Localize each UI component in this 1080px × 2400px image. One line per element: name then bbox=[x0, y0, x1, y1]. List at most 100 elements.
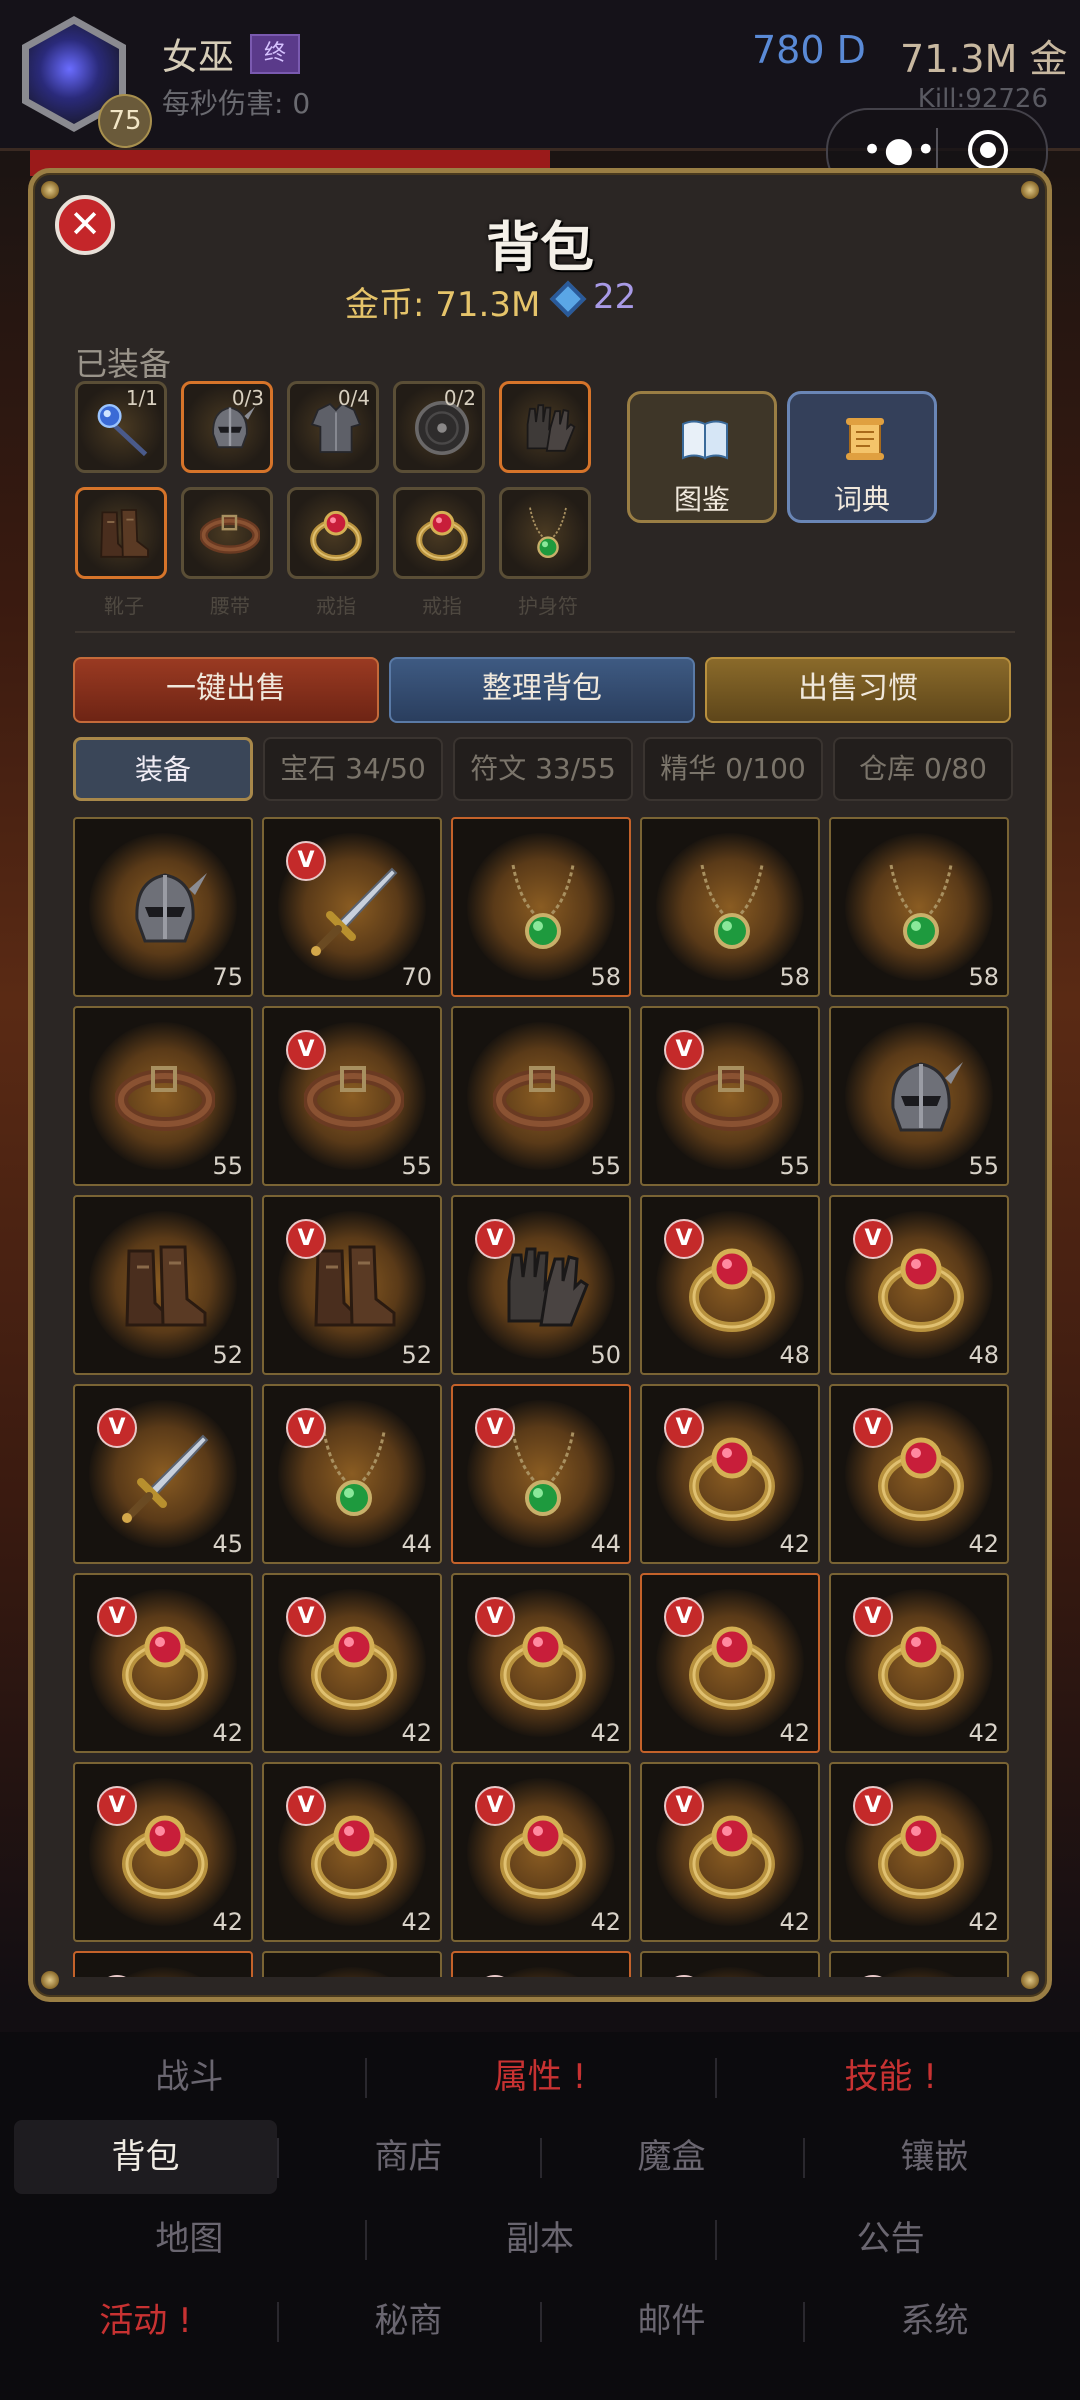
menu-item[interactable]: 地图 bbox=[14, 2202, 365, 2276]
inventory-slot[interactable]: V 42 bbox=[829, 1762, 1009, 1942]
menu-item[interactable]: 邮件 bbox=[540, 2284, 803, 2358]
divider bbox=[75, 631, 1015, 633]
menu-item[interactable]: 魔盒 bbox=[540, 2120, 803, 2194]
slot-count: 1/1 bbox=[125, 386, 158, 410]
player-level: 75 bbox=[98, 94, 152, 148]
amulet-icon bbox=[871, 859, 971, 959]
inventory-slot[interactable]: V 42 bbox=[73, 1762, 253, 1942]
inventory-slot[interactable]: V 70 bbox=[262, 817, 442, 997]
sell-habit-button[interactable]: 出售习惯 bbox=[705, 657, 1011, 723]
inventory-slot[interactable]: 55 bbox=[829, 1006, 1009, 1186]
boots-icon bbox=[115, 1237, 215, 1337]
bottom-menu: 战斗 属性 ! 技能 ! 背包 商店 魔盒 镶嵌 地图 副本 公告 活动 ! 秘商 邮件 系统 bbox=[0, 2032, 1080, 2400]
inventory-slot[interactable]: 55 bbox=[73, 1006, 253, 1186]
inventory-slot[interactable] bbox=[262, 1951, 442, 1977]
vip-badge: V bbox=[664, 1219, 704, 1259]
equipped-slot-armor[interactable]: 0/4 bbox=[287, 381, 379, 473]
inventory-slot[interactable]: V 55 bbox=[640, 1006, 820, 1186]
vip-badge: V bbox=[853, 1219, 893, 1259]
inventory-slot[interactable]: V 50 bbox=[451, 1195, 631, 1375]
menu-item[interactable]: 系统 bbox=[803, 2284, 1066, 2358]
menu-item[interactable]: 公告 bbox=[715, 2202, 1066, 2276]
tab-warehouse[interactable]: 仓库 0/80 bbox=[833, 737, 1013, 801]
vip-badge: V bbox=[664, 1030, 704, 1070]
inventory-slot[interactable]: V 42 bbox=[640, 1762, 820, 1942]
tab-gems[interactable]: 宝石 34/50 bbox=[263, 737, 443, 801]
scroll-icon bbox=[846, 418, 884, 460]
menu-item[interactable]: 背包 bbox=[14, 2120, 277, 2194]
slot-caption: 护身符 bbox=[518, 594, 578, 618]
item-level: 44 bbox=[401, 1530, 432, 1558]
inventory-slot[interactable]: V 42 bbox=[640, 1573, 820, 1753]
menu-item[interactable]: 副本 bbox=[365, 2202, 716, 2276]
gloves-icon bbox=[518, 398, 578, 458]
helmet-icon bbox=[115, 859, 215, 959]
inventory-slot[interactable]: V 42 bbox=[451, 1573, 631, 1753]
tab-runes[interactable]: 符文 33/55 bbox=[453, 737, 633, 801]
more-icon[interactable]: •●• bbox=[862, 130, 938, 170]
item-level: 42 bbox=[212, 1908, 243, 1936]
inventory-slot[interactable]: 55 bbox=[451, 1006, 631, 1186]
inventory-slot[interactable]: V 42 bbox=[640, 1384, 820, 1564]
player-name: 女巫 bbox=[162, 37, 235, 78]
inventory-slot[interactable]: V 52 bbox=[262, 1195, 442, 1375]
equipped-slot-boots[interactable]: 靴子 bbox=[75, 487, 167, 618]
equipped-slot-staff[interactable]: 1/1 bbox=[75, 381, 167, 473]
menu-item[interactable]: 镶嵌 bbox=[803, 2120, 1066, 2194]
equipped-slot-amulet[interactable]: 护身符 bbox=[499, 487, 591, 618]
inventory-slot[interactable]: V 55 bbox=[262, 1006, 442, 1186]
inventory-slot[interactable]: 75 bbox=[73, 817, 253, 997]
inventory-slot[interactable]: V 42 bbox=[73, 1573, 253, 1753]
inventory-slot[interactable]: V 42 bbox=[829, 1384, 1009, 1564]
inventory-slot[interactable]: 58 bbox=[640, 817, 820, 997]
equipped-slot-ring[interactable]: 戒指 bbox=[287, 487, 379, 618]
gem-icon bbox=[549, 280, 587, 317]
item-level: 44 bbox=[590, 1530, 621, 1558]
tab-equipment[interactable]: 装备 127/135 bbox=[73, 737, 253, 846]
menu-item[interactable]: 技能 ! bbox=[715, 2040, 1066, 2114]
inventory-slot[interactable]: V bbox=[73, 1951, 253, 1977]
menu-item[interactable]: 秘商 bbox=[277, 2284, 540, 2358]
sort-backpack-button[interactable]: 整理背包 bbox=[389, 657, 695, 723]
equipped-slot-gloves[interactable] bbox=[499, 381, 591, 473]
equipped-slot-helmet[interactable]: 0/3 bbox=[181, 381, 273, 473]
equipped-slot-belt[interactable]: 腰带 bbox=[181, 487, 273, 618]
inventory-slot[interactable]: 52 bbox=[73, 1195, 253, 1375]
vip-badge: V bbox=[97, 1408, 137, 1448]
dictionary-button[interactable]: 词典 bbox=[787, 391, 937, 523]
inventory-slot[interactable]: V 48 bbox=[640, 1195, 820, 1375]
codex-button[interactable]: 图鉴 bbox=[627, 391, 777, 523]
inventory-slot[interactable]: V 42 bbox=[829, 1573, 1009, 1753]
vip-badge: V bbox=[664, 1786, 704, 1826]
tab-essence[interactable]: 精华 0/100 bbox=[643, 737, 823, 801]
inventory-slot[interactable]: V 42 bbox=[451, 1762, 631, 1942]
inventory-slot[interactable]: V bbox=[451, 1951, 631, 1977]
gold-count: 71.3M 金 bbox=[900, 37, 1068, 81]
inventory-slot[interactable]: V bbox=[829, 1951, 1009, 1977]
equipped-slot-ring[interactable]: 戒指 bbox=[393, 487, 485, 618]
equipped-slot-shield[interactable]: 0/2 bbox=[393, 381, 485, 473]
inventory-slot[interactable]: 58 bbox=[451, 817, 631, 997]
inventory-slot[interactable]: V bbox=[640, 1951, 820, 1977]
inventory-slot[interactable]: V 44 bbox=[451, 1384, 631, 1564]
menu-item[interactable]: 战斗 bbox=[14, 2040, 365, 2114]
codex-label: 图鉴 bbox=[673, 483, 730, 516]
menu-item[interactable]: 属性 ! bbox=[365, 2040, 716, 2114]
inventory-slot[interactable]: V 42 bbox=[262, 1573, 442, 1753]
inventory-slot[interactable]: V 44 bbox=[262, 1384, 442, 1564]
amulet-icon bbox=[682, 859, 782, 959]
inventory-slot[interactable]: V 42 bbox=[262, 1762, 442, 1942]
item-level: 42 bbox=[590, 1908, 621, 1936]
belt-icon bbox=[199, 504, 261, 564]
item-level: 55 bbox=[779, 1152, 810, 1180]
vip-badge: V bbox=[475, 1219, 515, 1259]
avatar[interactable]: 75 bbox=[22, 16, 152, 148]
inventory-slot[interactable]: V 45 bbox=[73, 1384, 253, 1564]
menu-item[interactable]: 活动 ! bbox=[14, 2284, 277, 2358]
inventory-slot[interactable]: V 48 bbox=[829, 1195, 1009, 1375]
sell-all-button[interactable]: 一键出售 bbox=[73, 657, 379, 723]
close-target-icon[interactable] bbox=[968, 130, 1008, 170]
inventory-slot[interactable]: 58 bbox=[829, 817, 1009, 997]
menu-item[interactable]: 商店 bbox=[277, 2120, 540, 2194]
ring-icon bbox=[412, 504, 472, 564]
